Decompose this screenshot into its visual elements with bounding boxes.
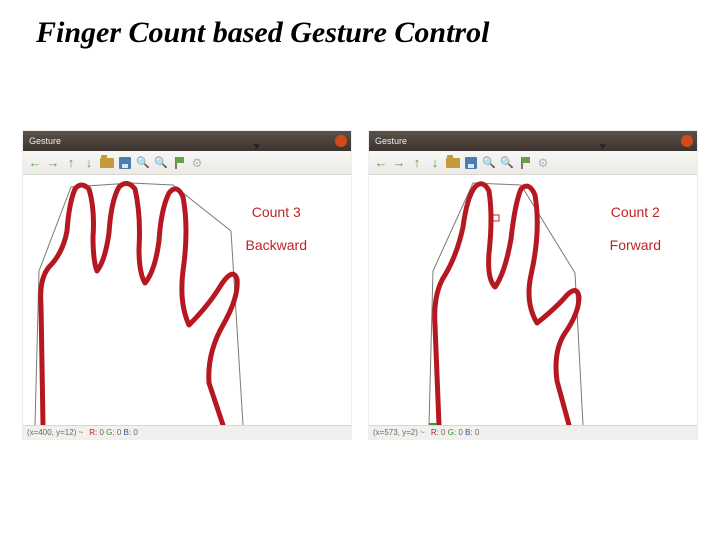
- status-bar: (x=573, y=2) ~ R: 0 G: 0 B: 0: [369, 425, 697, 439]
- folder-icon[interactable]: [99, 155, 115, 171]
- toolbar: ← → ↑ ↓ 🔍 🔍 ⚙: [23, 151, 351, 175]
- zoom-out-icon[interactable]: 🔍: [153, 155, 169, 171]
- window-title: Gesture: [29, 136, 61, 146]
- status-rgbo: R: 0 G: 0 B: 0: [431, 428, 480, 437]
- gesture-label: Count 3 Backward: [214, 187, 307, 271]
- flag-icon[interactable]: [517, 155, 533, 171]
- action-line: Backward: [246, 237, 307, 253]
- toolbar: ← → ↑ ↓ 🔍 🔍 ⚙: [369, 151, 697, 175]
- slide-title: Finger Count based Gesture Control: [0, 0, 720, 50]
- close-button[interactable]: [335, 135, 347, 147]
- save-icon[interactable]: [463, 155, 479, 171]
- zoom-in-icon[interactable]: 🔍: [135, 155, 151, 171]
- status-rgbo: R: 0 G: 0 B: 0: [89, 428, 138, 437]
- forward-icon[interactable]: →: [391, 155, 407, 171]
- count-line: Count 3: [252, 204, 301, 220]
- titlebar: Gesture ➤: [369, 131, 697, 151]
- gesture-window-left: Gesture ➤ ← → ↑ ↓ 🔍 🔍 ⚙ Count 3: [22, 130, 352, 440]
- folder-icon[interactable]: [445, 155, 461, 171]
- canvas-area: Count 3 Backward: [23, 175, 351, 425]
- settings-icon[interactable]: ⚙: [189, 155, 205, 171]
- titlebar: Gesture ➤: [23, 131, 351, 151]
- count-line: Count 2: [611, 204, 660, 220]
- up-icon[interactable]: ↑: [63, 155, 79, 171]
- canvas-area: Count 2 Forward: [369, 175, 697, 425]
- status-coords: (x=400, y=12) ~: [27, 428, 83, 437]
- status-coords: (x=573, y=2) ~: [373, 428, 425, 437]
- flag-icon[interactable]: [171, 155, 187, 171]
- save-icon[interactable]: [117, 155, 133, 171]
- back-icon[interactable]: ←: [373, 155, 389, 171]
- zoom-in-icon[interactable]: 🔍: [481, 155, 497, 171]
- action-line: Forward: [610, 237, 661, 253]
- gesture-label: Count 2 Forward: [579, 187, 661, 271]
- down-icon[interactable]: ↓: [81, 155, 97, 171]
- panels-row: Gesture ➤ ← → ↑ ↓ 🔍 🔍 ⚙ Count 3: [22, 130, 698, 440]
- window-title: Gesture: [375, 136, 407, 146]
- status-bar: (x=400, y=12) ~ R: 0 G: 0 B: 0: [23, 425, 351, 439]
- down-icon[interactable]: ↓: [427, 155, 443, 171]
- settings-icon[interactable]: ⚙: [535, 155, 551, 171]
- close-button[interactable]: [681, 135, 693, 147]
- up-icon[interactable]: ↑: [409, 155, 425, 171]
- gesture-window-right: Gesture ➤ ← → ↑ ↓ 🔍 🔍 ⚙: [368, 130, 698, 440]
- zoom-out-icon[interactable]: 🔍: [499, 155, 515, 171]
- forward-icon[interactable]: →: [45, 155, 61, 171]
- back-icon[interactable]: ←: [27, 155, 43, 171]
